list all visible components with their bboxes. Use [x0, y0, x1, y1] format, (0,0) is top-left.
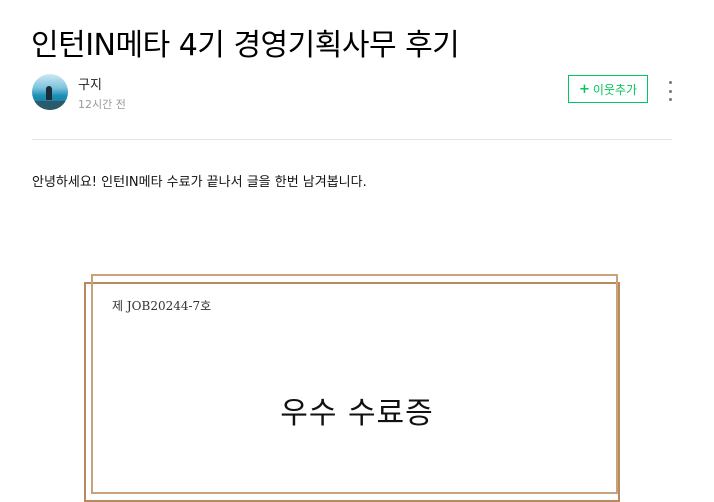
- author-name[interactable]: 구지: [78, 74, 102, 93]
- post-title: 인턴IN메타 4기 경영기획사무 후기: [31, 28, 460, 64]
- add-neighbor-button[interactable]: + 이웃추가: [568, 75, 648, 103]
- certificate-title: 우수 수료증: [280, 396, 434, 431]
- post-timestamp: 12시간 전: [78, 98, 126, 111]
- more-dot: [668, 89, 672, 93]
- post-body-text: 안녕하세요! 인턴IN메타 수료가 끝나서 글을 한번 남겨봅니다.: [32, 175, 367, 190]
- plus-icon: +: [578, 81, 590, 97]
- more-dot: [668, 81, 672, 84]
- certificate-number: 제 JOB20244-7호: [112, 299, 212, 313]
- more-dot: [668, 98, 672, 101]
- avatar-person: [46, 86, 52, 100]
- add-neighbor-label: 이웃추가: [592, 82, 638, 97]
- author-avatar[interactable]: [32, 74, 68, 110]
- avatar-ground: [32, 101, 68, 110]
- more-options-icon[interactable]: [660, 79, 680, 103]
- header-divider: [32, 139, 672, 140]
